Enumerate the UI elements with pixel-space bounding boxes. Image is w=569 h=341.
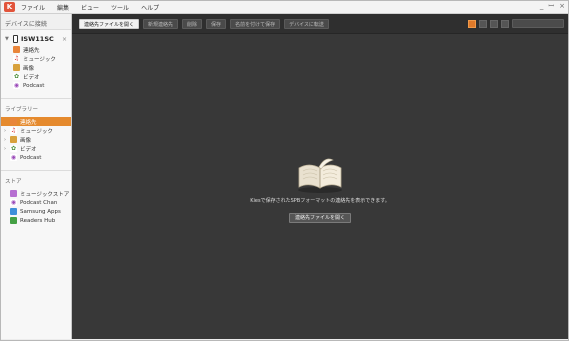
device-name: ISW11SC bbox=[21, 35, 54, 43]
open-book-icon bbox=[298, 158, 342, 193]
device-item-music[interactable]: ♫ ミュージック bbox=[1, 54, 71, 63]
store-icon bbox=[10, 190, 17, 197]
library-item-label: ミュージック bbox=[20, 128, 53, 135]
store-section-title: ストア bbox=[1, 170, 71, 189]
chevron-down-icon[interactable]: ▼ bbox=[5, 36, 11, 42]
menu-edit[interactable]: 編集 bbox=[57, 3, 69, 12]
contacts-toolbar: 連絡先ファイルを開く 新規連絡先 削除 保存 名前を付けて保存 デバイスに転送 bbox=[72, 14, 568, 34]
disconnect-icon[interactable]: × bbox=[62, 36, 67, 43]
kies-logo-icon: K bbox=[4, 2, 15, 12]
store-item-podcast-channel[interactable]: ◉ Podcast Chan bbox=[1, 198, 71, 207]
save-as-button[interactable]: 名前を付けて保存 bbox=[230, 18, 281, 29]
phone-icon bbox=[13, 35, 18, 43]
library-item-podcast[interactable]: ◉ Podcast bbox=[1, 153, 71, 162]
open-contacts-file-center-button[interactable]: 連絡先ファイルを開く bbox=[288, 213, 351, 223]
podcast-icon: ◉ bbox=[13, 82, 20, 89]
device-item-label: ミュージック bbox=[23, 56, 56, 63]
music-icon: ♫ bbox=[10, 127, 17, 134]
photo-icon bbox=[10, 136, 17, 143]
device-item-label: Podcast bbox=[23, 82, 45, 89]
empty-state: Kiesで保存されたSPBフォーマットの連絡先を表示できます。 連絡先ファイルを… bbox=[72, 154, 568, 223]
photo-icon bbox=[13, 64, 20, 71]
menu-bar: K ファイル 編集 ビュー ツール ヘルプ _ ꟷ × bbox=[1, 1, 568, 14]
store-item-readers-hub[interactable]: Readers Hub bbox=[1, 216, 71, 225]
device-item-label: ビデオ bbox=[23, 74, 40, 81]
store-item-label: ミュージックストア bbox=[20, 191, 70, 198]
store-item-label: Podcast Chan bbox=[20, 199, 58, 206]
library-item-videos[interactable]: › ✿ ビデオ bbox=[1, 144, 71, 153]
minimize-icon[interactable]: _ bbox=[540, 2, 544, 11]
contacts-icon bbox=[13, 46, 20, 53]
device-item-label: 画像 bbox=[23, 65, 35, 72]
view-controls bbox=[468, 19, 564, 28]
maximize-icon[interactable]: ꟷ bbox=[548, 2, 554, 11]
transfer-to-device-button[interactable]: デバイスに転送 bbox=[284, 18, 329, 29]
window-controls: _ ꟷ × bbox=[540, 2, 565, 11]
menu-file[interactable]: ファイル bbox=[21, 3, 45, 12]
apps-icon bbox=[10, 208, 17, 215]
library-item-photos[interactable]: › 画像 bbox=[1, 135, 71, 144]
store-item-label: Samsung Apps bbox=[20, 208, 61, 215]
detail-view-icon[interactable] bbox=[501, 19, 509, 28]
device-isw11sc[interactable]: ▼ ISW11SC × bbox=[1, 33, 71, 45]
video-icon: ✿ bbox=[13, 73, 20, 80]
music-icon: ♫ bbox=[13, 55, 20, 62]
device-item-photos[interactable]: 画像 bbox=[1, 63, 71, 72]
list-view-icon[interactable] bbox=[468, 19, 476, 28]
search-input[interactable] bbox=[512, 19, 564, 28]
menu-view[interactable]: ビュー bbox=[81, 3, 99, 12]
card-view-icon[interactable] bbox=[479, 19, 487, 28]
contacts-icon bbox=[10, 118, 17, 125]
main-content: 連絡先ファイルを開く 新規連絡先 削除 保存 名前を付けて保存 デバイスに転送 bbox=[72, 14, 568, 339]
empty-state-message: Kiesで保存されたSPBフォーマットの連絡先を表示できます。 bbox=[250, 198, 390, 204]
close-icon[interactable]: × bbox=[559, 2, 565, 11]
library-item-contacts[interactable]: 連絡先 bbox=[1, 117, 71, 126]
library-item-label: Podcast bbox=[20, 154, 42, 161]
devices-section-title: デバイスに接続 bbox=[1, 14, 71, 30]
video-icon: ✿ bbox=[10, 145, 17, 152]
device-item-videos[interactable]: ✿ ビデオ bbox=[1, 72, 71, 81]
save-button[interactable]: 保存 bbox=[206, 18, 227, 29]
store-item-samsung-apps[interactable]: Samsung Apps bbox=[1, 207, 71, 216]
open-contacts-file-button[interactable]: 連絡先ファイルを開く bbox=[79, 18, 140, 29]
delete-button[interactable]: 削除 bbox=[182, 18, 203, 29]
kies-window: K ファイル 編集 ビュー ツール ヘルプ _ ꟷ × デバイスに接続 ▼ IS… bbox=[0, 0, 569, 341]
library-item-label: 連絡先 bbox=[20, 119, 37, 126]
store-item-music-store[interactable]: ミュージックストア bbox=[1, 189, 71, 198]
library-item-label: 画像 bbox=[20, 137, 32, 144]
menu-help[interactable]: ヘルプ bbox=[141, 3, 159, 12]
new-contact-button[interactable]: 新規連絡先 bbox=[143, 18, 179, 29]
device-item-label: 連絡先 bbox=[23, 47, 40, 54]
library-section-title: ライブラリー bbox=[1, 98, 71, 117]
group-view-icon[interactable] bbox=[490, 19, 498, 28]
library-item-music[interactable]: › ♫ ミュージック bbox=[1, 126, 71, 135]
library-item-label: ビデオ bbox=[20, 146, 37, 153]
menu-tools[interactable]: ツール bbox=[111, 3, 129, 12]
device-item-podcast[interactable]: ◉ Podcast bbox=[1, 81, 71, 90]
podcast-icon: ◉ bbox=[10, 154, 17, 161]
hub-icon bbox=[10, 217, 17, 224]
podcast-icon: ◉ bbox=[10, 199, 17, 206]
sidebar: デバイスに接続 ▼ ISW11SC × 連絡先 ♫ ミュージック 画像 ✿ ビデ… bbox=[1, 14, 72, 339]
store-item-label: Readers Hub bbox=[20, 217, 56, 224]
device-item-contacts[interactable]: 連絡先 bbox=[1, 45, 71, 54]
